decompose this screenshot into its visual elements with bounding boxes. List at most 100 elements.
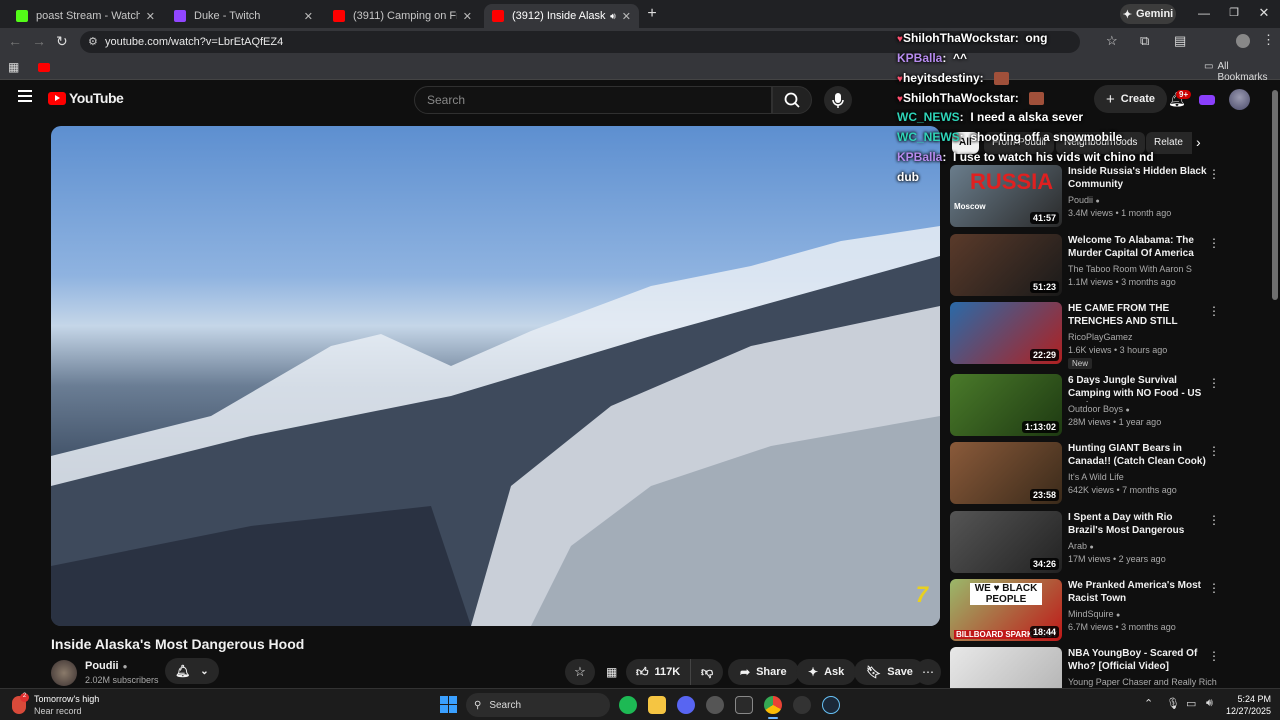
video-title[interactable]: I Spent a Day with Rio Brazil's Most Dan… xyxy=(1068,511,1208,539)
tab-close-icon[interactable]: ✕ xyxy=(622,10,631,23)
gemini-button[interactable]: ✦ Gemini xyxy=(1120,4,1176,24)
tray-chevron-icon[interactable]: ⌃ xyxy=(1144,697,1153,710)
recommended-video[interactable]: 22:29 HE CAME FROM THE TRENCHES AND STILL… xyxy=(950,302,1230,369)
volume-tray-icon[interactable]: 🔊︎ xyxy=(1206,697,1213,710)
microphone-tray-icon[interactable]: 🎙︎ xyxy=(1166,697,1180,710)
minimize-button[interactable]: — xyxy=(1196,6,1212,22)
weather-title[interactable]: Tomorrow's high xyxy=(34,694,99,704)
search-button[interactable] xyxy=(772,86,812,114)
channel-name[interactable]: MindSquire ● xyxy=(1068,609,1120,619)
more-actions-button[interactable]: ⋯ xyxy=(915,659,941,685)
video-title[interactable]: HE CAME FROM THE TRENCHES AND STILL WENT… xyxy=(1068,302,1208,330)
close-window-button[interactable]: ✕ xyxy=(1256,5,1272,21)
premium-icon[interactable] xyxy=(1199,95,1215,105)
tab-close-icon[interactable]: ✕ xyxy=(304,10,313,23)
restore-button[interactable]: ❐ xyxy=(1226,6,1242,22)
windows-start-icon[interactable] xyxy=(440,696,457,713)
browser-tab[interactable]: (3912) Inside Alaska's Most 🔊︎ ✕ xyxy=(484,4,639,28)
youtube-bookmark-icon[interactable] xyxy=(38,63,50,72)
bookmark-star-icon[interactable]: ☆ xyxy=(1106,33,1118,49)
recommended-video[interactable]: 34:26 I Spent a Day with Rio Brazil's Mos… xyxy=(950,511,1230,575)
back-icon[interactable]: ← xyxy=(8,33,24,49)
channel-name[interactable]: Arab ● xyxy=(1068,541,1094,551)
video-title[interactable]: NBA YoungBoy - Scared Of Who? [Official … xyxy=(1068,647,1208,673)
more-options-icon[interactable]: ⋮ xyxy=(1208,304,1220,318)
more-options-icon[interactable]: ⋮ xyxy=(1208,236,1220,250)
profile-avatar[interactable] xyxy=(1236,34,1250,48)
sidepanel-icon[interactable]: ▤ xyxy=(1174,33,1186,49)
channel-name[interactable]: Poudii ● xyxy=(85,660,127,672)
video-thumbnail[interactable]: 1:13:02 xyxy=(950,374,1062,436)
display-tray-icon[interactable]: ▭ xyxy=(1186,697,1196,710)
settings-gear-icon[interactable] xyxy=(706,696,724,714)
video-title[interactable]: 6 Days Jungle Survival Camping with NO F… xyxy=(1068,374,1208,402)
video-thumbnail[interactable]: 23:58 xyxy=(950,442,1062,504)
channel-name[interactable]: Young Paper Chaser and Really Rich Rec..… xyxy=(1068,677,1230,688)
create-button[interactable]: + Create xyxy=(1094,85,1168,113)
channel-name[interactable]: Outdoor Boys ● xyxy=(1068,404,1130,414)
channel-name[interactable]: The Taboo Room With Aaron S xyxy=(1068,264,1192,274)
chrome-icon[interactable] xyxy=(764,696,782,714)
ask-button[interactable]: ✦ Ask xyxy=(796,659,857,685)
site-info-icon[interactable]: ⚙ xyxy=(88,35,98,48)
share-button[interactable]: ➦ Share xyxy=(728,659,799,685)
tab-audio-icon[interactable]: 🔊︎ xyxy=(610,11,616,22)
voice-search-button[interactable] xyxy=(824,86,852,114)
video-title[interactable]: Welcome To Alabama: The Murder Capital O… xyxy=(1068,234,1208,262)
channel-name[interactable]: It's A Wild Life xyxy=(1068,472,1124,482)
video-thumbnail[interactable]: WE ♥ BLACK PEOPLE BILLBOARD SPARKS OUT 18:… xyxy=(950,579,1062,641)
clock-time[interactable]: 5:24 PM xyxy=(1227,694,1271,704)
video-title[interactable]: We Pranked America's Most Racist Town xyxy=(1068,579,1208,605)
more-options-icon[interactable]: ⋮ xyxy=(1208,513,1220,527)
epic-games-icon[interactable] xyxy=(735,696,753,714)
video-thumbnail[interactable]: RUSSIA Moscow 41:57 xyxy=(950,165,1062,227)
forward-icon[interactable]: → xyxy=(32,33,48,49)
browser-tab[interactable]: Duke - Twitch ✕ xyxy=(166,4,321,28)
account-avatar[interactable] xyxy=(1229,89,1250,110)
browser-tab[interactable]: poast Stream - Watch Live on K ✕ xyxy=(8,4,163,28)
recommended-video[interactable]: WE ♥ BLACK PEOPLE BILLBOARD SPARKS OUT 18:… xyxy=(950,579,1230,643)
recommended-video[interactable]: RUSSIA Moscow 41:57 Inside Russia's Hidden … xyxy=(950,165,1230,229)
taskbar-search[interactable]: ⚲ Search xyxy=(466,693,610,717)
file-explorer-icon[interactable] xyxy=(648,696,666,714)
tab-close-icon[interactable]: ✕ xyxy=(463,10,472,23)
video-thumbnail[interactable]: 22:29 xyxy=(950,302,1062,364)
page-scrollbar[interactable] xyxy=(1272,90,1278,300)
new-tab-button[interactable]: + xyxy=(644,6,660,22)
steam-icon[interactable] xyxy=(822,696,840,714)
tab-close-icon[interactable]: ✕ xyxy=(146,10,155,23)
browser-menu-icon[interactable]: ⋮ xyxy=(1262,32,1275,48)
channel-avatar[interactable] xyxy=(51,660,77,686)
channel-name[interactable]: RicoPlayGamez xyxy=(1068,332,1133,342)
more-options-icon[interactable]: ⋮ xyxy=(1208,167,1220,181)
g-hub-icon[interactable] xyxy=(793,696,811,714)
search-input[interactable]: Search xyxy=(414,86,772,114)
hamburger-menu-icon[interactable] xyxy=(18,90,32,102)
spotify-icon[interactable] xyxy=(619,696,637,714)
reload-icon[interactable]: ↻ xyxy=(56,33,72,49)
more-options-icon[interactable]: ⋮ xyxy=(1208,649,1220,663)
video-title[interactable]: Hunting GIANT Bears in Canada!! (Catch C… xyxy=(1068,442,1208,468)
dislike-button[interactable]: 👎︎ xyxy=(690,659,724,685)
youtube-logo[interactable]: YouTube xyxy=(48,90,124,106)
video-thumbnail[interactable]: 34:26 xyxy=(950,511,1062,573)
video-thumbnail[interactable]: 51:23 xyxy=(950,234,1062,296)
video-title[interactable]: Inside Russia's Hidden Black Community xyxy=(1068,165,1208,191)
video-thumbnail[interactable] xyxy=(950,647,1062,688)
recommended-video[interactable]: NBA YoungBoy - Scared Of Who? [Official … xyxy=(950,647,1230,688)
discord-icon[interactable] xyxy=(677,696,695,714)
clip-icon[interactable]: ▦ xyxy=(606,665,617,679)
recommended-video[interactable]: 1:13:02 6 Days Jungle Survival Camping wi… xyxy=(950,374,1230,438)
extensions-icon[interactable]: ⧉ xyxy=(1140,33,1149,49)
video-player[interactable]: 7 xyxy=(51,126,940,626)
notification-subscribe-button[interactable]: 🔔︎ ⌄ xyxy=(165,658,219,684)
more-options-icon[interactable]: ⋮ xyxy=(1208,581,1220,595)
more-options-icon[interactable]: ⋮ xyxy=(1208,444,1220,458)
recommended-video[interactable]: 51:23 Welcome To Alabama: The Murder Capi… xyxy=(950,234,1230,298)
browser-tab[interactable]: (3911) Camping on Frozen Oce ✕ xyxy=(325,4,480,28)
recommended-video[interactable]: 23:58 Hunting GIANT Bears in Canada!! (Ca… xyxy=(950,442,1230,506)
channel-name[interactable]: Poudii ● xyxy=(1068,195,1100,205)
like-button[interactable]: 👍︎ 117K xyxy=(626,659,691,685)
chips-next-chevron-icon[interactable]: › xyxy=(1196,134,1201,150)
more-options-icon[interactable]: ⋮ xyxy=(1208,376,1220,390)
